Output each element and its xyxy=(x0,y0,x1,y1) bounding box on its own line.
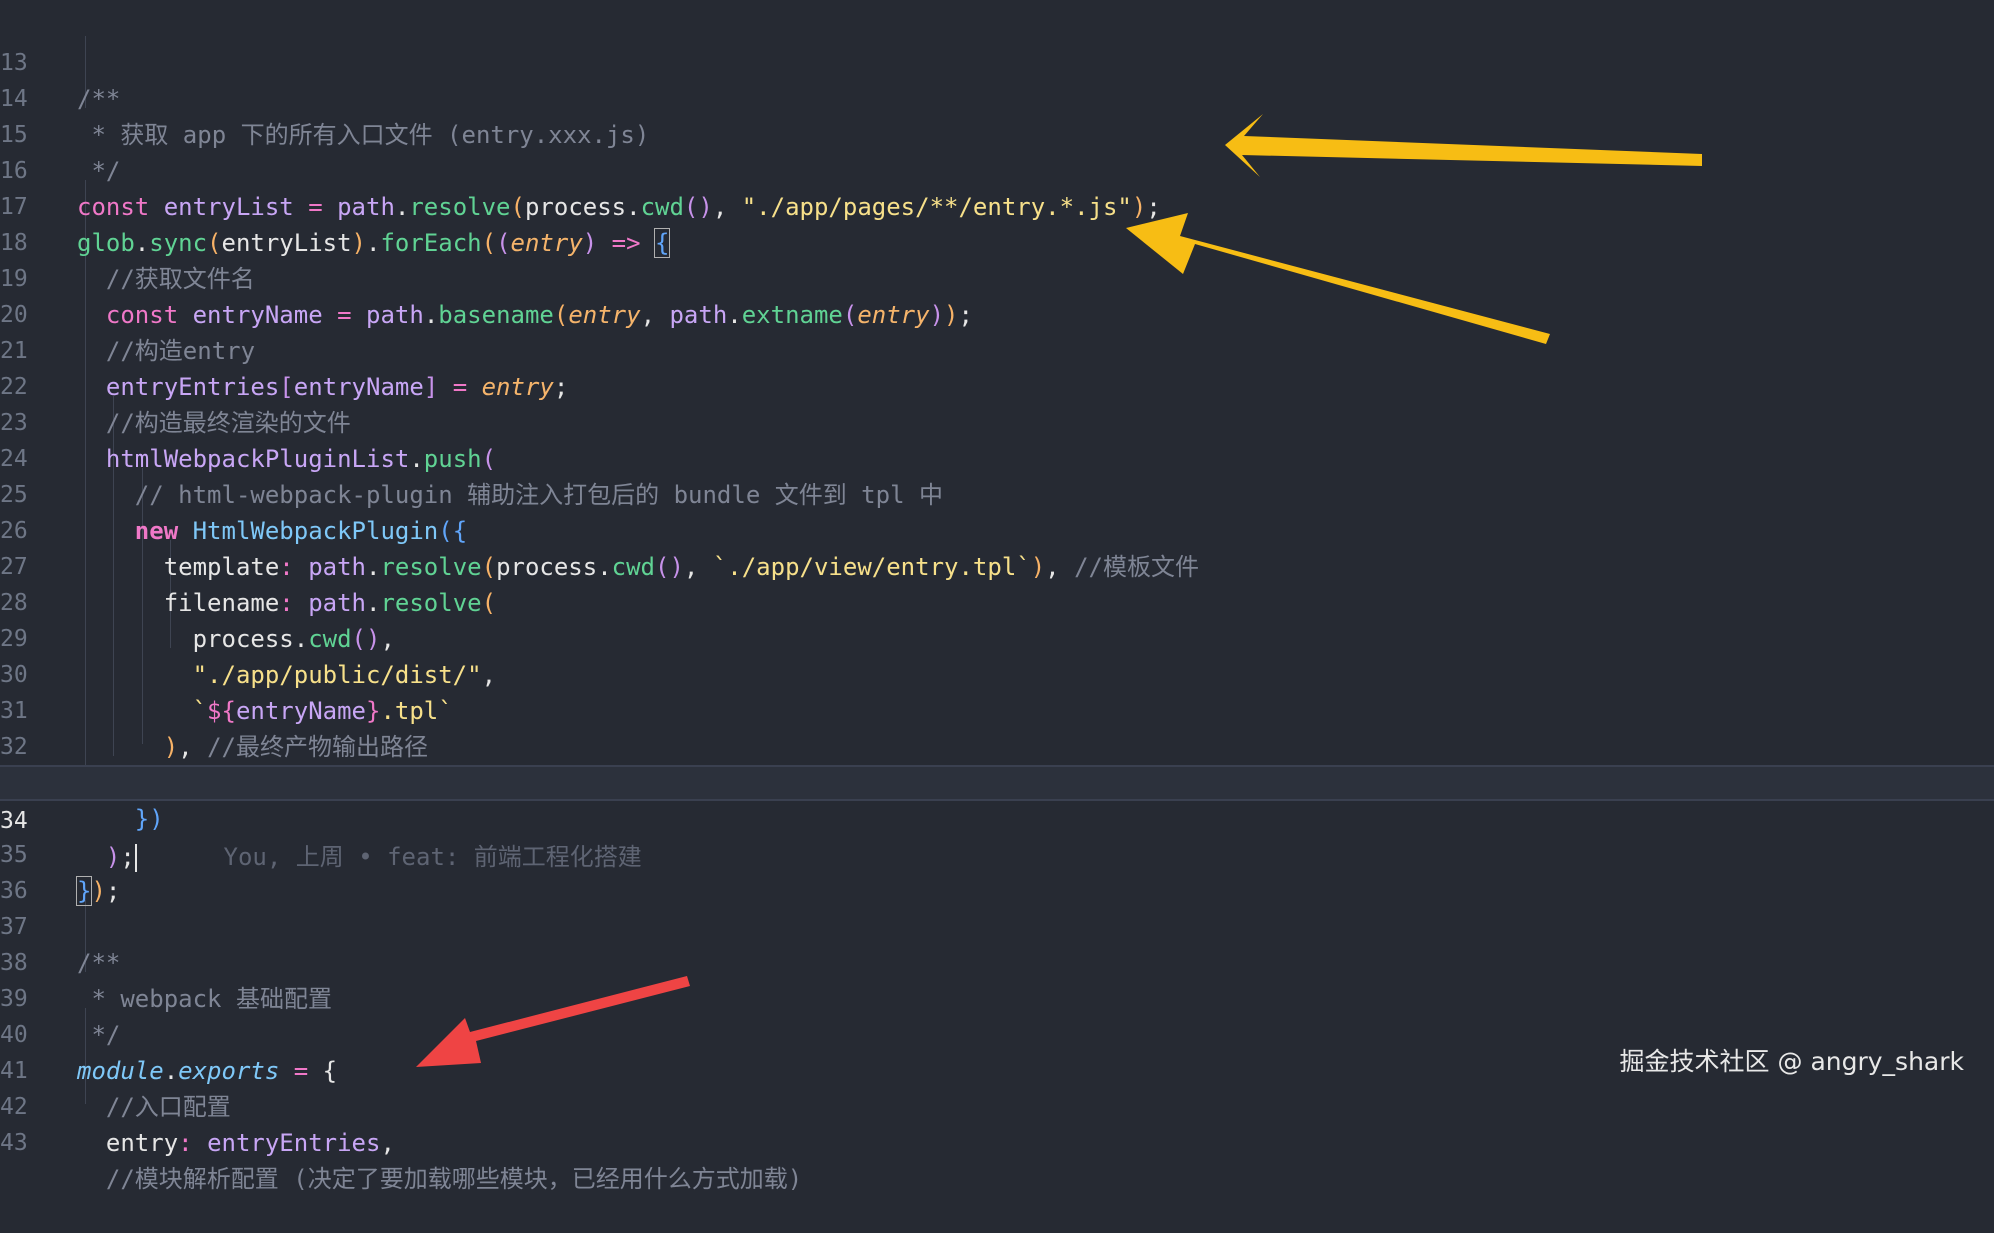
code-line[interactable]: 24 // html-webpack-plugin 辅助注入打包后的 bundl… xyxy=(0,405,1994,509)
code-line[interactable]: 27 filename: path.resolve( xyxy=(0,513,1994,617)
code-line[interactable]: 22 //构造最终渲染的文件 xyxy=(0,333,1994,437)
line-number: 43 xyxy=(0,1130,28,1156)
code-line[interactable]: 31 ), //最终产物输出路径 xyxy=(0,657,1994,761)
code-line[interactable]: 17 glob.sync(entryList).forEach((entry) … xyxy=(0,153,1994,258)
code-line[interactable]: 30 `${entryName}.tpl` xyxy=(0,621,1994,725)
code-line[interactable]: 25 new HtmlWebpackPlugin({ xyxy=(0,441,1994,545)
code-editor[interactable]: 13 /** 14 * 获取 app 下的所有入口文件 (entry.xxx.j… xyxy=(0,0,1994,1193)
code-line[interactable]: 14 * 获取 app 下的所有入口文件 (entry.xxx.js) xyxy=(0,45,1994,149)
watermark: 掘金技术社区 @ angry_shark xyxy=(1619,1047,1964,1076)
code-line[interactable]: 32 chunks: [entryName], //需要注入的js文件 xyxy=(0,693,1994,797)
code-line[interactable]: 19 const entryName = path.basename(entry… xyxy=(0,225,1994,329)
code-line[interactable]: 33 }) xyxy=(0,729,1994,833)
code-line[interactable]: 38 * webpack 基础配置 xyxy=(0,909,1994,1013)
code-line[interactable]: 21 entryEntries[entryName] = entry; xyxy=(0,297,1994,401)
code-line[interactable]: 26 template: path.resolve(process.cwd(),… xyxy=(0,477,1994,581)
code-line[interactable]: 40 module.exports = { xyxy=(0,981,1994,1085)
code-line[interactable]: 15 */ xyxy=(0,81,1994,185)
code-text: //模块解析配置 (决定了要加载哪些模块，已经用什么方式加载) xyxy=(77,1165,803,1193)
code-line[interactable]: 43 //模块解析配置 (决定了要加载哪些模块，已经用什么方式加载) xyxy=(0,1089,1994,1193)
code-text: entry: entryEntries, xyxy=(105,1129,395,1157)
code-line[interactable]: 39 */ xyxy=(0,945,1994,1049)
code-line[interactable]: 20 //构造entry xyxy=(0,261,1994,365)
code-line[interactable]: 23 htmlWebpackPluginList.push( xyxy=(0,369,1994,473)
code-line[interactable]: 35 }); xyxy=(0,801,1994,906)
code-line[interactable]: 36 xyxy=(0,837,1994,904)
code-line[interactable]: 28 process.cwd(), xyxy=(0,549,1994,653)
code-line[interactable]: 13 /** xyxy=(0,9,1994,113)
code-line[interactable]: 16 const entryList = path.resolve(proces… xyxy=(0,117,1994,221)
code-line[interactable]: 37 /** xyxy=(0,873,1994,977)
code-line[interactable]: 29 "./app/public/dist/", xyxy=(0,585,1994,689)
code-line[interactable]: 18 //获取文件名 xyxy=(0,189,1994,293)
current-code-line[interactable]: 34 ); You, 上周 • feat: 前端工程化搭建 xyxy=(0,765,1994,872)
